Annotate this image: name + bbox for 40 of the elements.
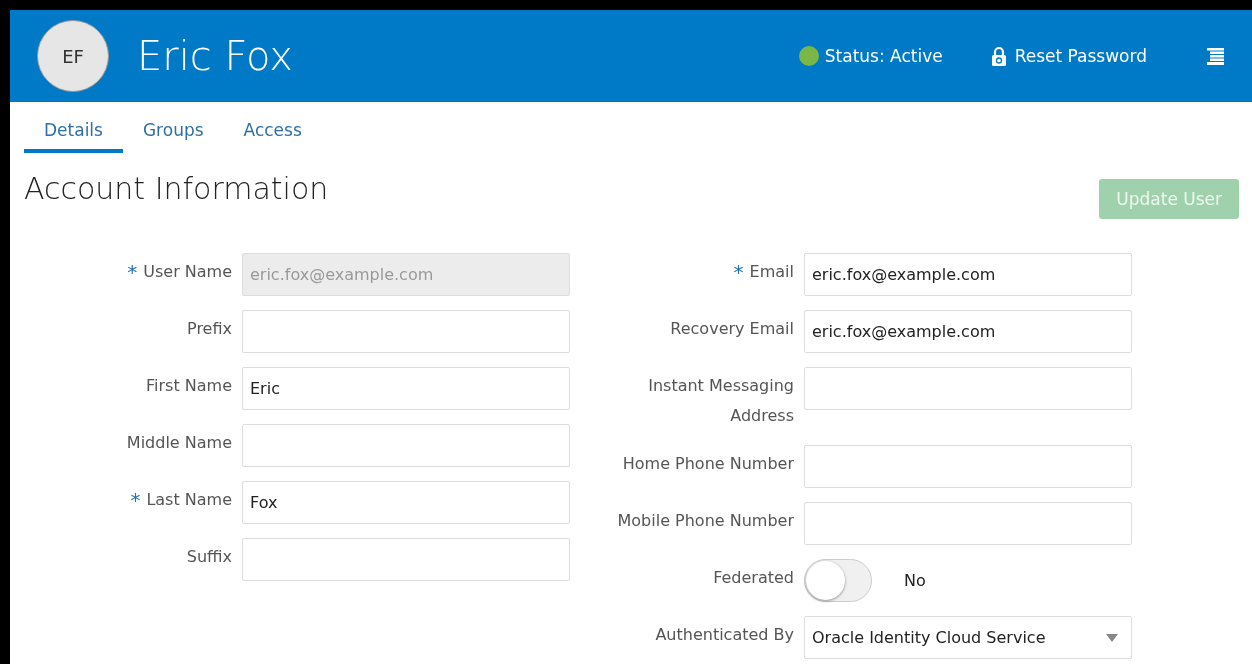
field-label: Authenticated By [655,624,794,646]
tab[interactable]: Details [24,102,123,153]
status-text: Status: Active [824,46,943,66]
text-field[interactable]: eric.fox@example.com [804,253,1132,296]
text-field[interactable] [242,538,570,581]
tab[interactable]: Access [223,102,322,153]
user-name: Eric Fox [137,33,295,79]
toggle-value: No [904,570,926,592]
text-field[interactable]: Fox [242,481,570,524]
required-mark: * [733,263,744,286]
text-field[interactable] [804,367,1132,410]
text-field[interactable] [804,445,1132,488]
select-field[interactable]: Oracle Identity Cloud Service [804,616,1132,659]
tab[interactable]: Groups [122,102,224,153]
field-label: Mobile Phone Number [617,510,794,532]
field-label: Instant Messaging Address [647,375,794,427]
text-field[interactable] [242,310,570,353]
text-field[interactable] [804,502,1132,545]
avatar: EF [37,20,109,92]
text-field[interactable] [242,424,570,467]
field-label: First Name [146,375,232,397]
menu-icon[interactable] [1207,47,1224,65]
text-field[interactable]: eric.fox@example.com [804,310,1132,353]
field-label: Federated [713,567,794,589]
field-label: Email [749,261,794,283]
field-label: Prefix [187,318,232,340]
required-mark: * [127,263,138,286]
text-field[interactable]: Eric [242,367,570,410]
field-label: Suffix [186,546,232,568]
field-label: Last Name [146,489,232,511]
caret-icon [1106,633,1118,642]
toggle-switch[interactable] [804,559,872,602]
reset-password-link[interactable]: Reset Password [1014,46,1147,66]
field-label: Home Phone Number [622,453,794,475]
field-label: User Name [143,261,232,283]
lock-icon[interactable] [990,46,1007,66]
required-mark: * [130,491,141,514]
field-label: Recovery Email [670,318,794,340]
section-title: Account Information [24,171,329,206]
field-label: Middle Name [126,432,232,454]
